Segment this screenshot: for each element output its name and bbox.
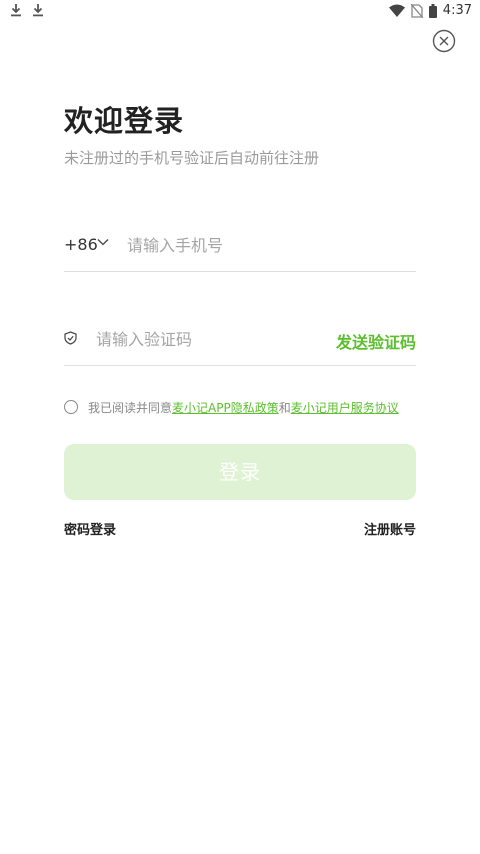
agreement-row: 我已阅读并同意 麦小记APP隐私政策 和 麦小记用户服务协议 xyxy=(64,397,424,417)
download-icon xyxy=(11,4,21,17)
phone-row: +86 xyxy=(64,226,416,272)
status-left xyxy=(10,3,44,17)
register-link[interactable]: 注册账号 xyxy=(364,519,416,538)
shield-icon xyxy=(64,331,77,345)
page-subtitle: 未注册过的手机号验证后自动前往注册 xyxy=(64,149,320,167)
page-title: 欢迎登录 xyxy=(64,104,185,138)
password-login-link[interactable]: 密码登录 xyxy=(64,519,116,538)
download-icon xyxy=(33,4,43,17)
service-agreement-link[interactable]: 麦小记用户服务协议 xyxy=(291,399,399,416)
status-time: 4:37 xyxy=(442,3,472,18)
verification-code-input[interactable] xyxy=(96,324,296,354)
agreement-and: 和 xyxy=(278,400,291,415)
close-icon[interactable] xyxy=(432,29,456,53)
country-code-selector[interactable]: +86 xyxy=(64,235,98,254)
send-code-button[interactable]: 发送验证码 xyxy=(336,329,416,353)
status-right: 4:37 xyxy=(388,3,472,18)
login-button[interactable]: 登录 xyxy=(64,444,416,500)
chevron-down-icon[interactable] xyxy=(97,237,109,247)
phone-input[interactable] xyxy=(127,230,412,260)
wifi-icon xyxy=(388,4,405,17)
agreement-checkbox[interactable] xyxy=(64,400,78,414)
code-row: 发送验证码 xyxy=(64,320,416,366)
status-bar: 4:37 xyxy=(0,0,480,22)
privacy-policy-link[interactable]: 麦小记APP隐私政策 xyxy=(172,399,279,416)
agreement-prefix: 我已阅读并同意 xyxy=(88,400,173,415)
battery-icon xyxy=(428,3,437,18)
no-sim-icon xyxy=(410,3,423,18)
